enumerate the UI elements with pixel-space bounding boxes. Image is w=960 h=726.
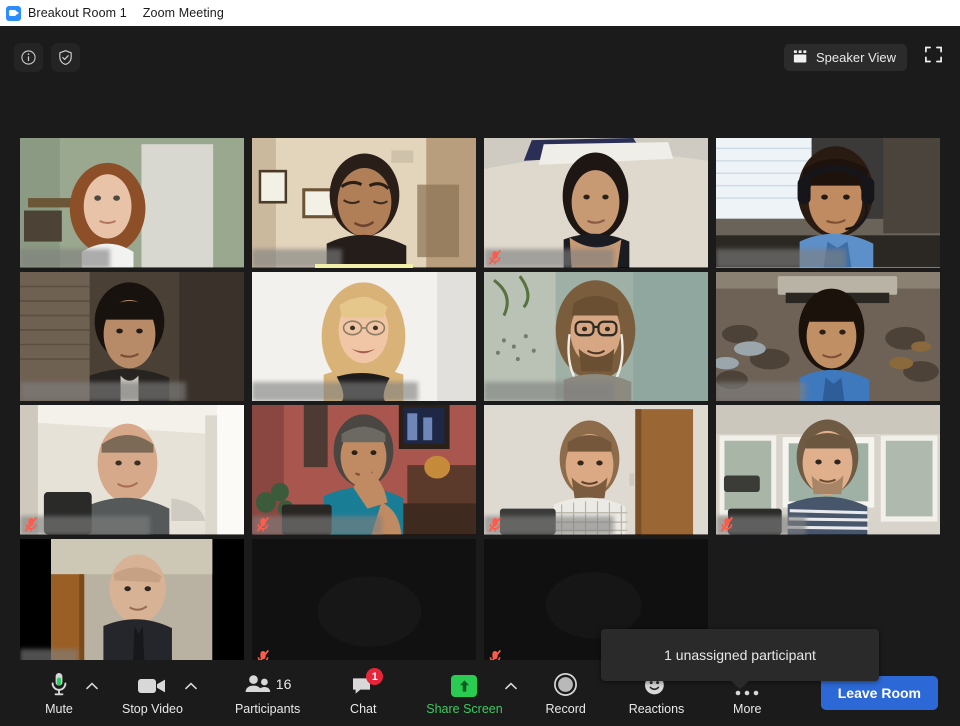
participant-tile[interactable] [20, 405, 244, 535]
tooltip-text: 1 unassigned participant [664, 647, 816, 663]
gallery-grid-icon [793, 49, 807, 62]
participant-tile[interactable] [20, 538, 244, 668]
reactions-label: Reactions [628, 702, 685, 716]
participant-tile[interactable] [252, 538, 476, 668]
microphone-icon [51, 673, 67, 696]
participant-tile[interactable] [252, 138, 476, 268]
participant-name-label [252, 515, 382, 535]
unassigned-participant-tooltip: 1 unassigned participant [601, 629, 879, 689]
fullscreen-expand-icon [925, 46, 942, 63]
participant-tile[interactable] [716, 271, 940, 401]
participant-name-label [20, 515, 150, 535]
encryption-button[interactable] [51, 42, 80, 72]
participant-name-label [484, 248, 614, 268]
share-screen-label: Share Screen [426, 702, 503, 716]
leave-room-button[interactable]: Leave Room [820, 676, 938, 710]
record-label: Record [545, 702, 586, 716]
zoom-camera-icon [6, 5, 21, 21]
meeting-window: Speaker View 1 unassigned participant Mu… [0, 26, 960, 726]
participant-name-label [484, 515, 614, 535]
participant-name-label [20, 382, 186, 401]
participants-label: Participants [234, 702, 301, 716]
participant-tile[interactable] [252, 405, 476, 535]
participant-tile-active-speaker[interactable] [716, 138, 940, 268]
chat-button[interactable]: 1 Chat [334, 665, 392, 721]
stop-video-label: Stop Video [122, 702, 183, 716]
window-title-room: Breakout Room 1 [28, 6, 127, 20]
window-title-app: Zoom Meeting [142, 6, 224, 20]
participant-tile[interactable] [20, 138, 244, 268]
mute-button[interactable]: Mute [30, 665, 88, 721]
participant-video-off [252, 538, 476, 668]
stop-video-button[interactable]: Stop Video [118, 665, 187, 721]
muted-mic-icon [23, 516, 39, 533]
fullscreen-button[interactable] [921, 42, 946, 72]
participant-name-label [716, 248, 846, 268]
record-circle-icon [554, 673, 578, 696]
speaker-view-button[interactable]: Speaker View [784, 43, 907, 71]
participant-tile[interactable] [484, 138, 708, 268]
more-label: More [733, 702, 762, 716]
participant-name-label [252, 382, 418, 401]
meeting-topbar: Speaker View [0, 26, 960, 88]
participant-tile[interactable] [20, 271, 244, 401]
participant-gallery [20, 138, 940, 668]
info-circle-icon [21, 49, 36, 65]
muted-mic-icon [255, 516, 271, 533]
record-button[interactable]: Record [537, 665, 595, 721]
participant-name-label [20, 248, 110, 268]
participant-name-label [716, 382, 806, 401]
participant-tile[interactable] [716, 405, 940, 535]
muted-mic-icon [487, 516, 503, 533]
muted-mic-icon [487, 249, 503, 266]
muted-mic-icon [719, 516, 735, 533]
share-screen-button[interactable]: Share Screen [422, 665, 506, 721]
participants-button[interactable]: 16 Participants [231, 665, 304, 721]
speaker-view-label: Speaker View [816, 49, 896, 65]
participant-tile[interactable] [484, 271, 708, 401]
video-camera-icon [138, 679, 166, 693]
participant-tile[interactable] [484, 405, 708, 535]
people-icon [245, 674, 270, 692]
share-arrow-up-icon [451, 675, 478, 697]
participant-name-label [484, 382, 614, 401]
info-button[interactable] [14, 42, 43, 72]
speaking-indicator-bar [314, 263, 414, 268]
mute-label: Mute [45, 702, 73, 716]
window-titlebar: Breakout Room 1 Zoom Meeting [0, 0, 960, 26]
chat-unread-badge: 1 [366, 668, 384, 685]
shield-check-icon [59, 49, 72, 65]
participants-count: 16 [275, 675, 292, 692]
chat-label: Chat [350, 702, 377, 716]
participant-tile[interactable] [252, 271, 476, 401]
